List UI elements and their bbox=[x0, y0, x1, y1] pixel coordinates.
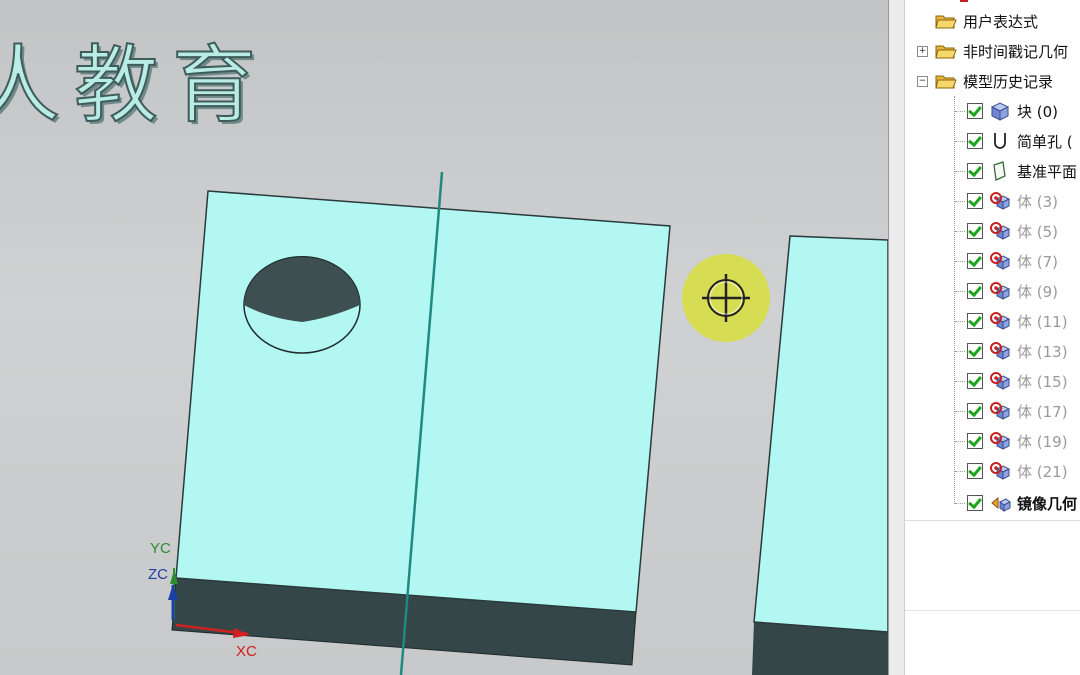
nav-feature-block[interactable]: 块 (0) bbox=[905, 98, 1080, 124]
nav-item-user-expressions[interactable]: 用户表达式 bbox=[905, 8, 1080, 34]
nav-feature-body[interactable]: 体 (21) bbox=[905, 458, 1080, 484]
visibility-checkbox[interactable] bbox=[967, 343, 983, 359]
graphics-viewport[interactable]: 人教育 YC ZC XC bbox=[0, 0, 888, 675]
visibility-checkbox[interactable] bbox=[967, 133, 983, 149]
feature-label: 体 (21) bbox=[1017, 463, 1068, 481]
feature-label: 体 (15) bbox=[1017, 373, 1068, 391]
extracted-body-icon bbox=[990, 432, 1011, 450]
feature-label: 体 (7) bbox=[1017, 253, 1059, 271]
mirrored-block-top-face bbox=[753, 235, 888, 633]
visibility-checkbox[interactable] bbox=[967, 223, 983, 239]
folder-open-icon bbox=[935, 45, 957, 59]
nav-feature-body[interactable]: 体 (19) bbox=[905, 428, 1080, 454]
expand-icon[interactable]: + bbox=[917, 46, 928, 57]
visibility-checkbox[interactable] bbox=[967, 313, 983, 329]
extracted-body-icon bbox=[990, 282, 1011, 300]
tree-bottom-divider bbox=[905, 520, 1080, 521]
nav-feature-body[interactable]: 体 (11) bbox=[905, 308, 1080, 334]
feature-label: 块 (0) bbox=[1017, 103, 1059, 121]
visibility-checkbox[interactable] bbox=[967, 373, 983, 389]
mirror-geometry-icon bbox=[991, 496, 1011, 512]
extracted-body-icon bbox=[990, 192, 1011, 210]
visibility-checkbox[interactable] bbox=[967, 495, 983, 511]
extracted-body-icon bbox=[990, 222, 1011, 240]
feature-label: 体 (3) bbox=[1017, 193, 1059, 211]
hole-feature-icon bbox=[994, 133, 1006, 149]
visibility-checkbox[interactable] bbox=[967, 433, 983, 449]
axis-label-yc: YC bbox=[150, 540, 171, 557]
visibility-checkbox[interactable] bbox=[967, 403, 983, 419]
extracted-body-icon bbox=[990, 252, 1011, 270]
visibility-checkbox[interactable] bbox=[967, 283, 983, 299]
feature-label: 体 (19) bbox=[1017, 433, 1068, 451]
block-feature-icon bbox=[990, 102, 1010, 121]
feature-label: 基准平面 bbox=[1017, 163, 1078, 181]
nav-item-label: 模型历史记录 bbox=[963, 73, 1054, 91]
cursor-crosshair bbox=[682, 254, 770, 342]
nav-item-label: 非时间戳记几何 bbox=[963, 43, 1069, 61]
nav-feature-body[interactable]: 体 (15) bbox=[905, 368, 1080, 394]
folder-open-icon bbox=[935, 15, 957, 29]
visibility-checkbox[interactable] bbox=[967, 163, 983, 179]
visibility-checkbox[interactable] bbox=[967, 463, 983, 479]
axis-label-zc: ZC bbox=[148, 566, 168, 583]
nav-feature-body[interactable]: 体 (13) bbox=[905, 338, 1080, 364]
panel-divider bbox=[905, 610, 1080, 611]
extracted-body-icon bbox=[990, 402, 1011, 420]
visibility-checkbox[interactable] bbox=[967, 253, 983, 269]
nav-feature-body[interactable]: 体 (5) bbox=[905, 218, 1080, 244]
extracted-body-icon bbox=[990, 462, 1011, 480]
datum-plane-icon bbox=[993, 161, 1006, 181]
axis-label-xc: XC bbox=[236, 643, 257, 660]
extracted-body-icon bbox=[990, 312, 1011, 330]
nav-feature-mirror-geometry[interactable]: 镜像几何 bbox=[905, 490, 1080, 516]
nav-feature-body[interactable]: 体 (3) bbox=[905, 188, 1080, 214]
feature-label: 体 (13) bbox=[1017, 343, 1068, 361]
nav-item-non-timestamp-geometry[interactable]: + 非时间戳记几何 bbox=[905, 38, 1080, 64]
visibility-checkbox[interactable] bbox=[967, 193, 983, 209]
nav-feature-simple-hole[interactable]: 简单孔 ( bbox=[905, 128, 1080, 154]
nav-feature-body[interactable]: 体 (7) bbox=[905, 248, 1080, 274]
panel-splitter[interactable] bbox=[888, 0, 905, 675]
nav-item-model-history[interactable]: − 模型历史记录 bbox=[905, 68, 1080, 94]
folder-open-icon bbox=[935, 75, 957, 89]
extracted-body-icon bbox=[990, 342, 1011, 360]
collapse-icon[interactable]: − bbox=[917, 76, 928, 87]
nav-item-label: 用户表达式 bbox=[963, 13, 1039, 31]
simple-hole bbox=[243, 255, 361, 354]
visibility-checkbox[interactable] bbox=[967, 103, 983, 119]
nav-feature-body[interactable]: 体 (17) bbox=[905, 398, 1080, 424]
model-canvas[interactable] bbox=[0, 0, 888, 675]
nav-feature-datum-plane[interactable]: 基准平面 bbox=[905, 158, 1080, 184]
nav-feature-body[interactable]: 体 (9) bbox=[905, 278, 1080, 304]
feature-label: 简单孔 ( bbox=[1017, 133, 1073, 151]
feature-label: 体 (5) bbox=[1017, 223, 1059, 241]
feature-label: 体 (9) bbox=[1017, 283, 1059, 301]
feature-label: 镜像几何 bbox=[1017, 495, 1078, 513]
feature-label: 体 (17) bbox=[1017, 403, 1068, 421]
truncated-item-icon bbox=[960, 0, 968, 2]
part-navigator[interactable]: 用户表达式 + 非时间戳记几何 − 模型历史记录 块 (0) 简单孔 (基准平… bbox=[904, 0, 1080, 675]
feature-label: 体 (11) bbox=[1017, 313, 1068, 331]
extracted-body-icon bbox=[990, 372, 1011, 390]
